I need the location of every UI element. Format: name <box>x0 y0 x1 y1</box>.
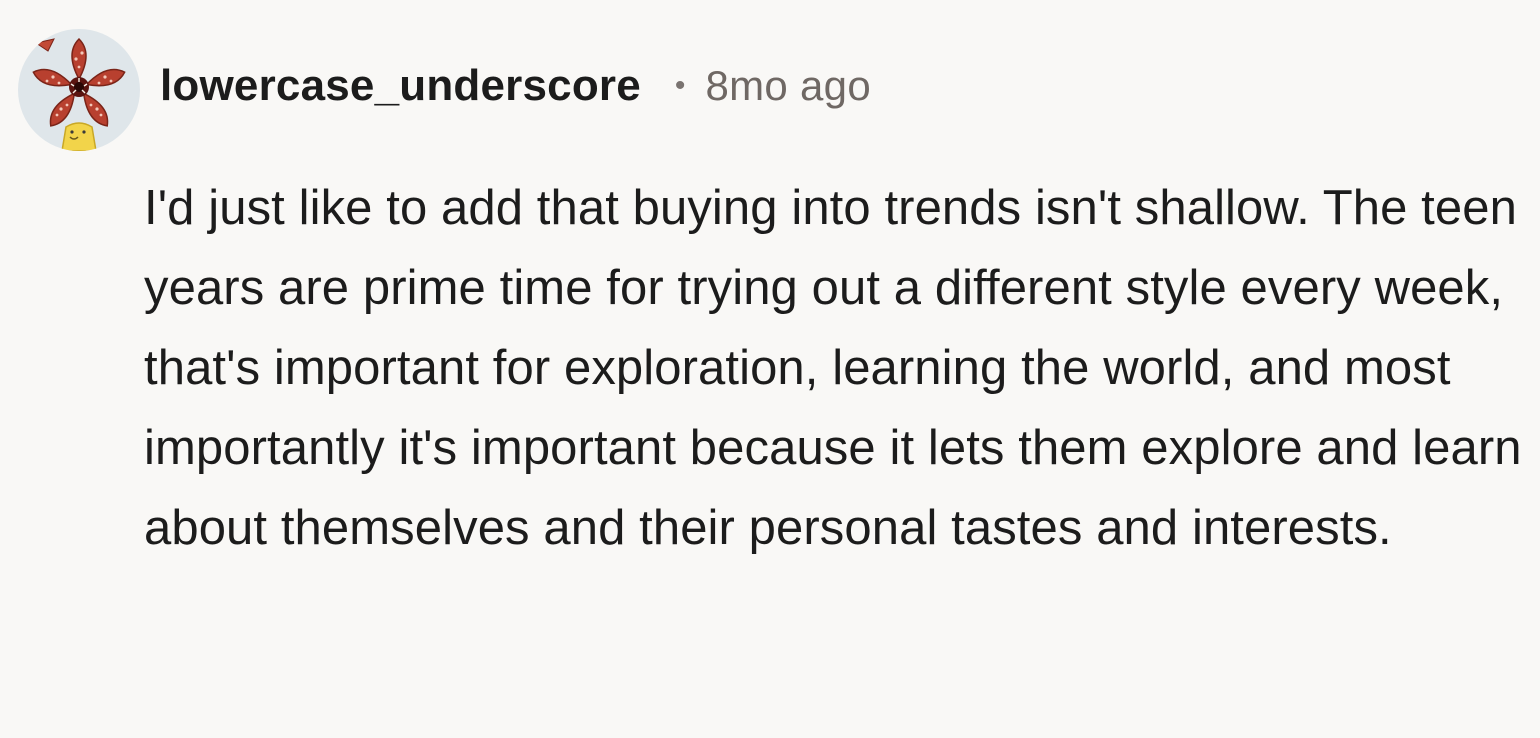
demogorgon-flower-avatar-icon <box>18 29 140 151</box>
comment-body: I'd just like to add that buying into tr… <box>144 181 1522 555</box>
avatar[interactable] <box>18 29 140 151</box>
meta-separator: • <box>674 69 686 102</box>
timestamp[interactable]: 8mo ago <box>705 62 871 110</box>
comment-meta: lowercase_underscore • 8mo ago <box>160 61 871 111</box>
comment-card: lowercase_underscore • 8mo ago I'd just … <box>0 0 1540 738</box>
comment-header: lowercase_underscore • 8mo ago <box>18 24 871 156</box>
username-link[interactable]: lowercase_underscore <box>160 61 641 111</box>
